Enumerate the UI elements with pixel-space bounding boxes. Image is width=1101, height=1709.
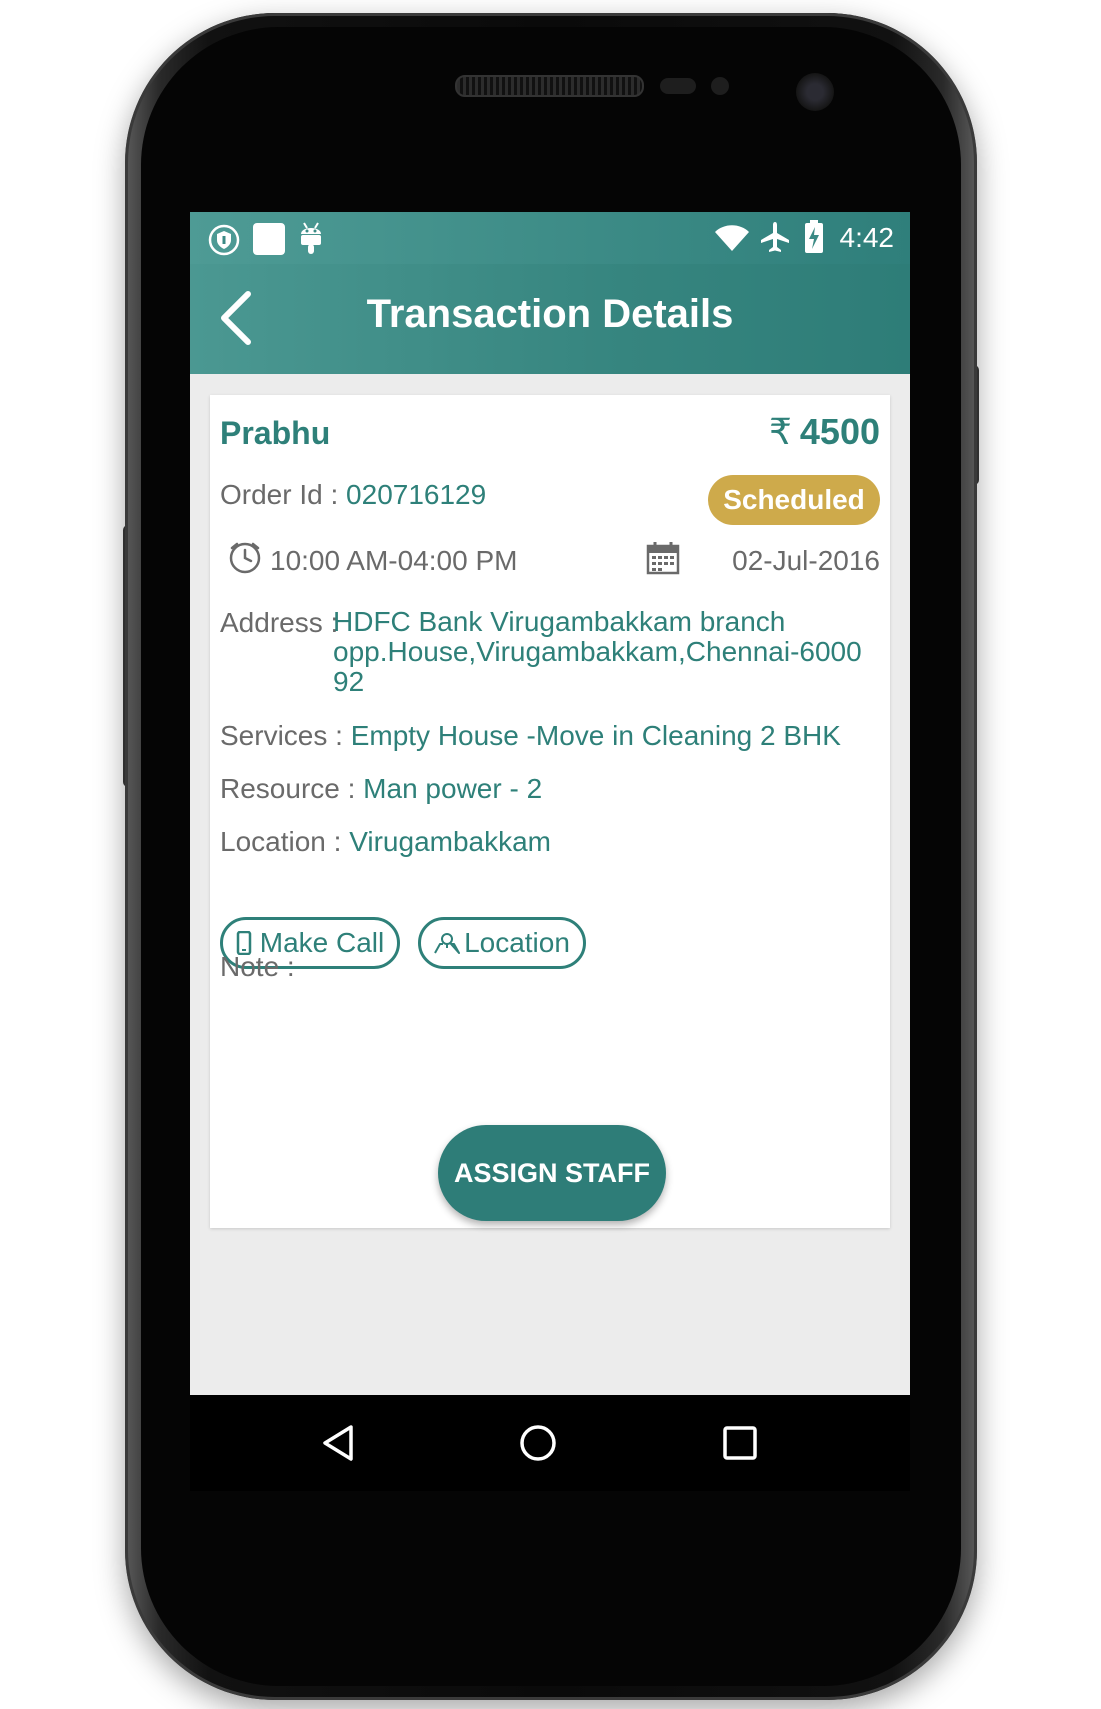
front-camera (796, 73, 834, 111)
status-time: 4:42 (839, 222, 895, 253)
transaction-date: 02-Jul-2016 (732, 545, 880, 576)
status-bar: 4:42 (190, 212, 910, 264)
address-line: HDFC Bank Virugambakkam branch (333, 606, 786, 637)
order-id-row: Order Id : 020716129 (220, 479, 486, 511)
battery-charging-icon (804, 220, 824, 259)
shield-icon (208, 224, 240, 261)
address-line: 92 (333, 666, 365, 697)
phone-speaker (455, 75, 644, 97)
address-label: Address : (220, 607, 339, 638)
currency-symbol: ₹ (769, 411, 792, 452)
triangle-back-icon (323, 1425, 353, 1461)
services-value: Empty House -Move in Cleaning 2 BHK (350, 720, 841, 751)
phone-sensor (660, 78, 696, 94)
customer-name: Prabhu (220, 415, 331, 451)
app-screen: 4:42 Transaction Details Prabhu ₹4500 Or… (190, 212, 910, 1488)
nav-back-button[interactable] (318, 1423, 358, 1468)
location-button[interactable]: Location (418, 917, 586, 969)
location-value: Virugambakkam (349, 826, 551, 857)
location-button-label: Location (464, 927, 570, 958)
nav-home-button[interactable] (518, 1423, 558, 1468)
services-row: Services : Empty House -Move in Cleaning… (220, 720, 841, 752)
status-badge: Scheduled (708, 475, 880, 525)
square-notification-icon (252, 222, 286, 261)
location-row: Location : Virugambakkam (220, 826, 551, 858)
location-label: Location : (220, 826, 350, 857)
transaction-amount: ₹4500 (769, 411, 880, 453)
wifi-icon (714, 224, 750, 257)
address-value: HDFC Bank Virugambakkam branch opp.House… (333, 607, 862, 697)
note-label: Note : (220, 951, 295, 982)
system-nav-bar (190, 1395, 910, 1491)
services-label: Services : (220, 720, 351, 751)
airplane-icon (758, 220, 792, 259)
map-pin-icon (434, 932, 461, 954)
assign-staff-button[interactable]: ASSIGN STAFF (438, 1125, 666, 1221)
resource-value: Man power - 2 (363, 773, 543, 804)
phone-sensor (711, 77, 729, 95)
amount-value: 4500 (799, 411, 880, 452)
order-id-value: 020716129 (346, 479, 487, 510)
nav-recents-button[interactable] (720, 1423, 760, 1468)
page-title: Transaction Details (366, 292, 734, 336)
resource-row: Resource : Man power - 2 (220, 773, 542, 805)
address-line: opp.House,Virugambakkam,Chennai-6000 (333, 636, 862, 667)
time-range: 10:00 AM-04:00 PM (270, 545, 518, 576)
square-recents-icon (723, 1426, 757, 1460)
transaction-card: Prabhu ₹4500 Order Id : 020716129 Schedu… (210, 395, 890, 1228)
clock-icon (228, 541, 262, 580)
resource-label: Resource : (220, 773, 364, 804)
circle-home-icon (520, 1425, 556, 1461)
calendar-icon (646, 541, 680, 580)
app-toolbar: Transaction Details (190, 264, 910, 374)
android-icon (298, 220, 324, 261)
order-id-label: Order Id : (220, 479, 347, 510)
